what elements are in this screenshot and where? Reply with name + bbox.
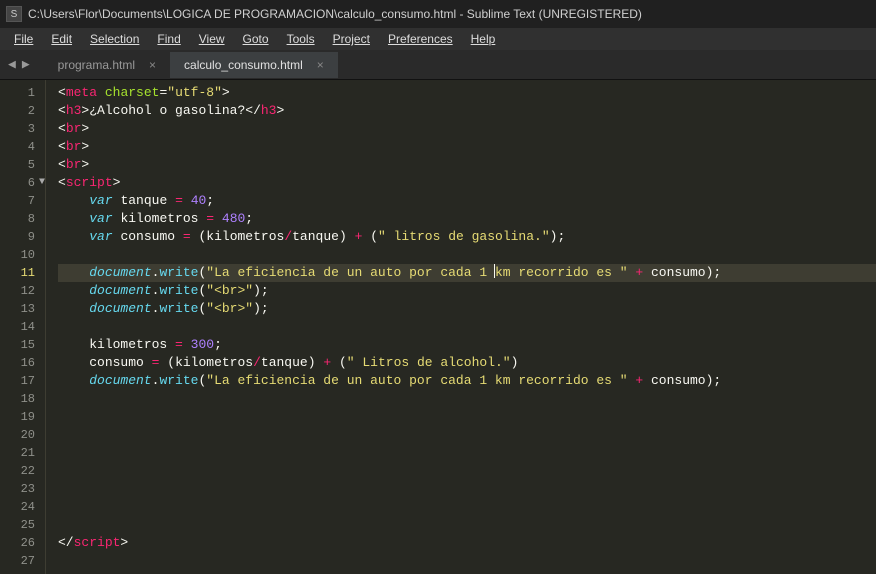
menu-goto[interactable]: Goto (235, 30, 277, 48)
tab-programa[interactable]: programa.html × (44, 52, 170, 78)
menu-file[interactable]: File (6, 30, 41, 48)
tab-calculo-consumo[interactable]: calculo_consumo.html × (170, 52, 338, 78)
code-area[interactable]: <meta charset="utf-8"> <h3>¿Alcohol o ga… (45, 80, 876, 574)
tab-bar: ◀ ▶ programa.html × calculo_consumo.html… (0, 50, 876, 80)
editor[interactable]: 1234567891011121314151617181920212223242… (0, 80, 876, 574)
menu-tools[interactable]: Tools (279, 30, 323, 48)
gutter: 1234567891011121314151617181920212223242… (0, 80, 45, 574)
close-icon[interactable]: × (317, 58, 324, 72)
menu-project[interactable]: Project (325, 30, 378, 48)
menu-preferences[interactable]: Preferences (380, 30, 461, 48)
menu-find[interactable]: Find (149, 30, 188, 48)
tab-label: programa.html (58, 58, 135, 72)
menubar: File Edit Selection Find View Goto Tools… (0, 28, 876, 50)
titlebar: S C:\Users\Flor\Documents\LOGICA DE PROG… (0, 0, 876, 28)
fold-icon[interactable]: ▼ (39, 177, 45, 188)
window-title: C:\Users\Flor\Documents\LOGICA DE PROGRA… (28, 7, 642, 21)
menu-selection[interactable]: Selection (82, 30, 147, 48)
menu-view[interactable]: View (191, 30, 233, 48)
tab-label: calculo_consumo.html (184, 58, 303, 72)
menu-help[interactable]: Help (463, 30, 504, 48)
app-icon: S (6, 6, 22, 22)
nav-back-icon[interactable]: ◀ (8, 57, 16, 72)
close-icon[interactable]: × (149, 58, 156, 72)
menu-edit[interactable]: Edit (43, 30, 80, 48)
nav-forward-icon[interactable]: ▶ (22, 57, 30, 72)
